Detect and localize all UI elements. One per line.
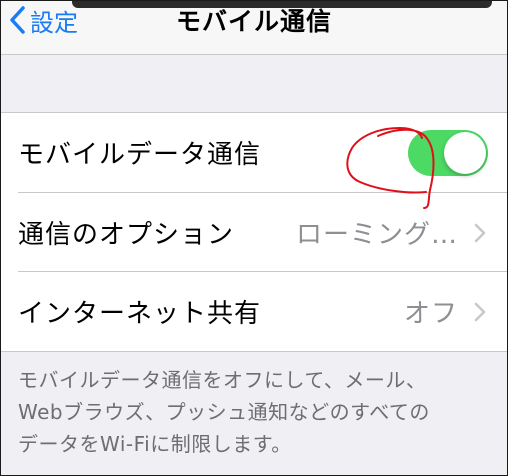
row-mobile-data[interactable]: モバイルデータ通信 — [0, 113, 508, 192]
page-title: モバイル通信 — [175, 7, 332, 36]
row-internet-sharing-label: インターネット共有 — [18, 299, 262, 329]
mobile-data-toggle[interactable] — [408, 130, 488, 176]
row-mobile-data-label: モバイルデータ通信 — [18, 140, 262, 170]
row-communication-options-value: ローミング… — [295, 220, 458, 250]
mobile-data-description: モバイルデータ通信をオフにして、メール、 Webブラウズ、プッシュ通知などのすべ… — [18, 364, 488, 460]
settings-group: モバイルデータ通信 通信のオプション ローミング… インターネット共有 オフ — [0, 112, 508, 352]
footer-line: モバイルデータ通信をオフにして、メール、 — [18, 368, 427, 392]
chevron-right-icon — [474, 223, 486, 247]
footer-line: データをWi-Fiに制限します。 — [18, 432, 292, 456]
row-internet-sharing-value: オフ — [403, 299, 458, 329]
chevron-right-icon — [474, 302, 486, 326]
row-internet-sharing[interactable]: インターネット共有 オフ — [0, 272, 508, 351]
row-communication-options[interactable]: 通信のオプション ローミング… — [0, 193, 508, 272]
footer-line: Webブラウズ、プッシュ通知などのすべての — [18, 400, 430, 424]
row-communication-options-label: 通信のオプション — [18, 220, 235, 250]
toggle-knob — [444, 132, 486, 174]
navigation-bar: 設定 モバイル通信 — [0, 0, 508, 55]
